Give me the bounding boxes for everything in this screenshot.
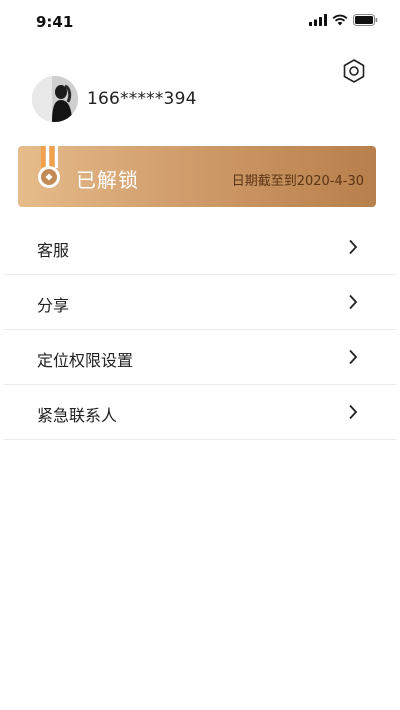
menu-item-label: 紧急联系人 bbox=[37, 406, 118, 425]
menu-item-emergency-contact[interactable]: 紧急联系人 bbox=[4, 385, 396, 440]
battery-icon bbox=[353, 14, 378, 26]
menu-item-customer-service[interactable]: 客服 bbox=[4, 220, 396, 275]
status-bar: 9:41 bbox=[0, 0, 400, 44]
user-phone: 166*****394 bbox=[87, 89, 197, 109]
cellular-signal-icon bbox=[309, 14, 327, 26]
medal-icon bbox=[38, 146, 60, 188]
chevron-right-icon bbox=[349, 239, 358, 255]
menu-item-label: 分享 bbox=[37, 296, 70, 315]
menu-item-label: 客服 bbox=[37, 241, 70, 260]
chevron-right-icon bbox=[349, 404, 358, 420]
avatar[interactable] bbox=[32, 76, 78, 122]
menu-item-label: 定位权限设置 bbox=[37, 351, 134, 370]
chevron-right-icon bbox=[349, 349, 358, 365]
hexagon-settings-icon bbox=[343, 59, 365, 83]
menu-item-location-permission[interactable]: 定位权限设置 bbox=[4, 330, 396, 385]
chevron-right-icon bbox=[349, 294, 358, 310]
status-icons bbox=[309, 14, 378, 26]
avatar-image bbox=[32, 76, 78, 122]
vip-expiry-date: 日期截至到2020-4-30 bbox=[231, 174, 364, 189]
vip-status-title: 已解锁 bbox=[76, 168, 139, 192]
vip-card[interactable]: 已解锁 日期截至到2020-4-30 bbox=[18, 146, 376, 207]
settings-button[interactable] bbox=[340, 57, 368, 85]
wifi-icon bbox=[332, 14, 348, 26]
menu-item-share[interactable]: 分享 bbox=[4, 275, 396, 330]
status-time: 9:41 bbox=[36, 13, 74, 31]
menu-list: 客服 分享 定位权限设置 紧急联系人 bbox=[0, 220, 400, 440]
